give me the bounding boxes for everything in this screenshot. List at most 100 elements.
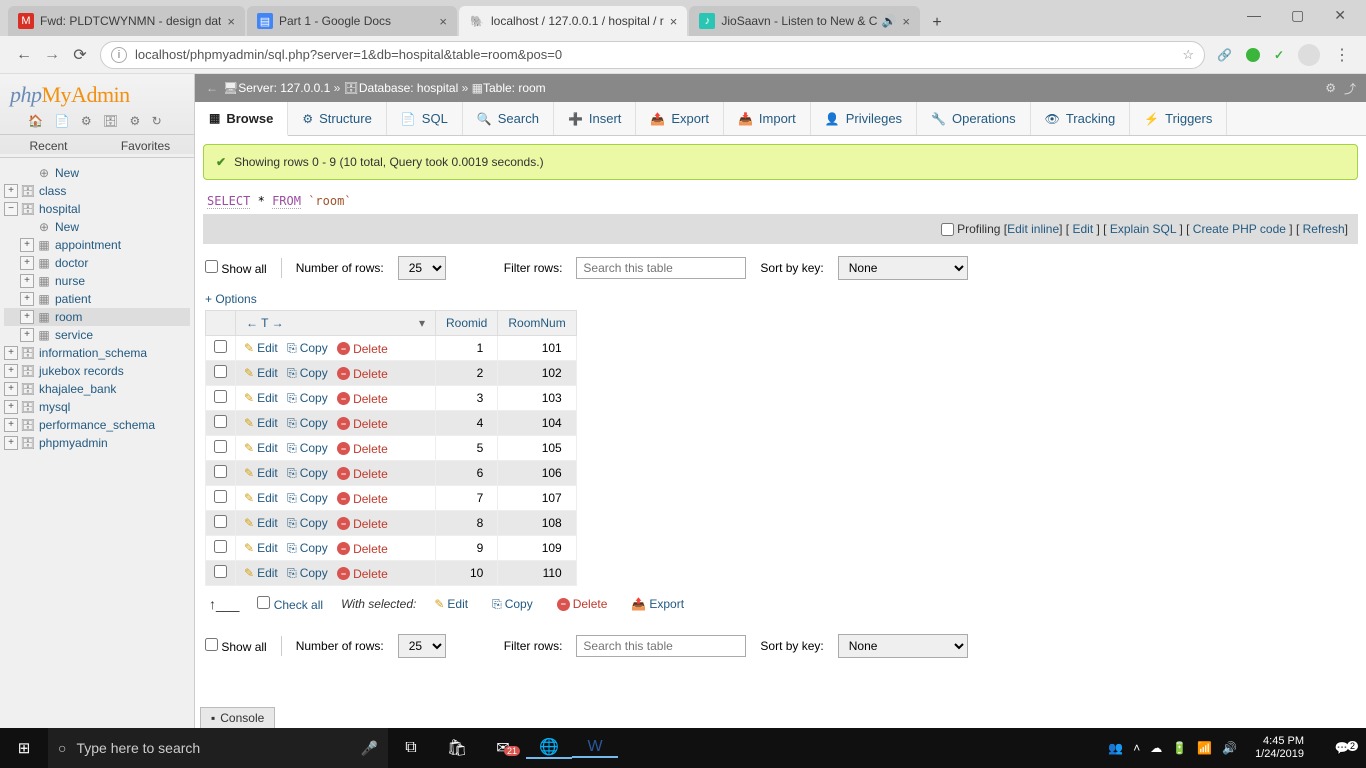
- refresh-link[interactable]: Refresh: [1303, 222, 1345, 236]
- browser-tab[interactable]: MFwd: PLDTCWYNMN - design dat×: [8, 6, 245, 36]
- filter-input[interactable]: [576, 257, 746, 279]
- tree-item-doctor[interactable]: +▦doctor: [4, 254, 190, 272]
- tree-item-patient[interactable]: +▦patient: [4, 290, 190, 308]
- create-php-link[interactable]: Create PHP code: [1193, 222, 1286, 236]
- expand-icon[interactable]: +: [4, 436, 18, 450]
- tree-item-nurse[interactable]: +▦nurse: [4, 272, 190, 290]
- num-rows-select-bottom[interactable]: 25: [398, 634, 446, 658]
- tree-item-appointment[interactable]: +▦appointment: [4, 236, 190, 254]
- bulk-delete[interactable]: −Delete: [557, 597, 608, 611]
- tab-operations[interactable]: 🔧Operations: [917, 102, 1031, 135]
- chrome-icon[interactable]: 🌐: [526, 737, 572, 759]
- tab-tracking[interactable]: 👁Tracking: [1031, 102, 1131, 135]
- edit-inline-link[interactable]: Edit inline: [1007, 222, 1059, 236]
- tray-chevron-icon[interactable]: ˄: [1133, 741, 1140, 755]
- expand-icon[interactable]: +: [20, 292, 34, 306]
- close-window-icon[interactable]: ✕: [1334, 7, 1346, 24]
- row-edit[interactable]: ✎Edit: [244, 416, 278, 430]
- tab-triggers[interactable]: ⚡Triggers: [1130, 102, 1227, 135]
- row-copy[interactable]: ⎘Copy: [287, 391, 328, 406]
- crumb-server[interactable]: Server: 127.0.0.1: [238, 81, 330, 95]
- tree-item-khajalee_bank[interactable]: +🗄khajalee_bank: [4, 380, 190, 398]
- close-tab-icon[interactable]: ×: [221, 14, 235, 29]
- row-copy[interactable]: ⎘Copy: [287, 416, 328, 431]
- row-checkbox[interactable]: [214, 540, 227, 553]
- extension-green-icon[interactable]: [1246, 48, 1260, 62]
- recent-tab[interactable]: Recent: [0, 135, 97, 157]
- show-all-label[interactable]: Show all: [205, 260, 267, 276]
- page-help-icon[interactable]: ⤴: [1344, 80, 1356, 97]
- site-info-icon[interactable]: i: [111, 47, 127, 63]
- options-link[interactable]: + Options: [205, 292, 257, 306]
- tree-item-New[interactable]: ⊕New: [4, 164, 190, 182]
- row-edit[interactable]: ✎Edit: [244, 491, 278, 505]
- tab-structure[interactable]: ⚙Structure: [288, 102, 387, 135]
- maximize-icon[interactable]: ▢: [1291, 7, 1304, 24]
- row-edit[interactable]: ✎Edit: [244, 441, 278, 455]
- new-tab-button[interactable]: +: [922, 10, 952, 36]
- tree-item-room[interactable]: +▦room: [4, 308, 190, 326]
- expand-icon[interactable]: +: [4, 184, 18, 198]
- tree-item-service[interactable]: +▦service: [4, 326, 190, 344]
- row-checkbox[interactable]: [214, 440, 227, 453]
- page-settings-icon[interactable]: ⚙: [1325, 81, 1336, 95]
- reload-button[interactable]: ⟳: [66, 45, 94, 65]
- battery-icon[interactable]: 🔋: [1172, 741, 1187, 755]
- expand-icon[interactable]: +: [20, 310, 34, 324]
- row-edit[interactable]: ✎Edit: [244, 466, 278, 480]
- expand-icon[interactable]: +: [4, 400, 18, 414]
- show-all-checkbox-bottom[interactable]: [205, 638, 218, 651]
- bulk-edit[interactable]: ✎Edit: [434, 597, 468, 611]
- address-bar[interactable]: i localhost/phpmyadmin/sql.php?server=1&…: [100, 41, 1205, 69]
- favorites-tab[interactable]: Favorites: [97, 135, 194, 157]
- sort-select[interactable]: None: [838, 256, 968, 280]
- row-delete[interactable]: −Delete: [337, 367, 388, 381]
- row-copy[interactable]: ⎘Copy: [287, 541, 328, 556]
- tree-item-performance_schema[interactable]: +🗄performance_schema: [4, 416, 190, 434]
- expand-icon[interactable]: +: [4, 346, 18, 360]
- close-tab-icon[interactable]: ×: [896, 14, 910, 29]
- start-button[interactable]: ⊞: [0, 739, 48, 757]
- expand-icon[interactable]: +: [20, 256, 34, 270]
- row-delete[interactable]: −Delete: [337, 542, 388, 556]
- profiling-checkbox[interactable]: [941, 223, 954, 236]
- action-center-icon[interactable]: 💬2: [1322, 741, 1362, 755]
- row-edit[interactable]: ✎Edit: [244, 516, 278, 530]
- row-checkbox[interactable]: [214, 565, 227, 578]
- minimize-icon[interactable]: —: [1247, 7, 1261, 23]
- sort-select-bottom[interactable]: None: [838, 634, 968, 658]
- tab-insert[interactable]: ➕Insert: [554, 102, 636, 135]
- row-copy[interactable]: ⎘Copy: [287, 341, 328, 356]
- forward-button[interactable]: →: [38, 46, 66, 64]
- row-copy[interactable]: ⎘Copy: [287, 491, 328, 506]
- row-delete[interactable]: −Delete: [337, 567, 388, 581]
- row-copy[interactable]: ⎘Copy: [287, 441, 328, 456]
- crumb-table[interactable]: Table: room: [483, 81, 546, 95]
- row-copy[interactable]: ⎘Copy: [287, 516, 328, 531]
- col-roomnum[interactable]: RoomNum: [498, 311, 576, 336]
- tree-item-class[interactable]: +🗄class: [4, 182, 190, 200]
- extension-check-icon[interactable]: ✓: [1274, 48, 1284, 62]
- row-edit[interactable]: ✎Edit: [244, 341, 278, 355]
- row-delete[interactable]: −Delete: [337, 392, 388, 406]
- row-checkbox[interactable]: [214, 465, 227, 478]
- row-checkbox[interactable]: [214, 365, 227, 378]
- num-rows-select[interactable]: 25: [398, 256, 446, 280]
- close-tab-icon[interactable]: ×: [664, 14, 678, 29]
- tree-item-hospital[interactable]: −🗄hospital: [4, 200, 190, 218]
- console-tab[interactable]: ▪ Console: [200, 707, 275, 728]
- clock[interactable]: 4:45 PM 1/24/2019: [1247, 735, 1312, 761]
- row-delete[interactable]: −Delete: [337, 342, 388, 356]
- link-icon[interactable]: 🔗: [1217, 48, 1232, 62]
- row-copy[interactable]: ⎘Copy: [287, 566, 328, 581]
- browser-tab[interactable]: 🐘localhost / 127.0.0.1 / hospital / r×: [459, 6, 687, 36]
- store-icon[interactable]: 🛍: [434, 738, 480, 758]
- row-delete[interactable]: −Delete: [337, 442, 388, 456]
- expand-icon[interactable]: +: [20, 238, 34, 252]
- wifi-icon[interactable]: 📶: [1197, 741, 1212, 755]
- row-checkbox[interactable]: [214, 515, 227, 528]
- close-tab-icon[interactable]: ×: [433, 14, 447, 29]
- bookmark-icon[interactable]: ☆: [1182, 47, 1194, 63]
- explain-sql-link[interactable]: Explain SQL: [1110, 222, 1176, 236]
- row-copy[interactable]: ⎘Copy: [287, 466, 328, 481]
